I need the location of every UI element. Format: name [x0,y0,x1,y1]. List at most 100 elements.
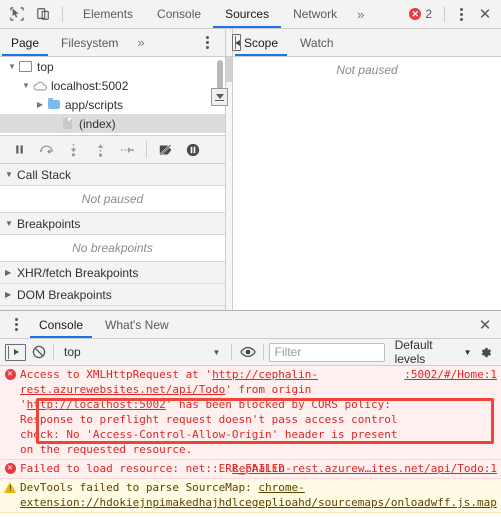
console-toolbar-divider [53,344,55,360]
document-icon [60,117,75,130]
clear-console-icon[interactable] [30,342,49,362]
chevron-down-icon: ▼ [212,347,221,357]
tab-console[interactable]: Console [145,0,213,28]
error-count-label: 2 [425,7,432,21]
console-message-list[interactable]: ✕ Access to XMLHttpRequest at 'http://ce… [0,366,501,517]
gear-icon[interactable] [476,342,496,362]
section-breakpoints-label: Breakpoints [17,216,81,231]
tree-item-top-label: top [37,59,54,74]
console-sidebar-icon[interactable] [5,343,26,361]
tree-expand-arrow[interactable]: ▼ [20,81,32,90]
section-dom-breakpoints-label: DOM Breakpoints [17,287,112,302]
tree-item-top[interactable]: ▼ top [0,57,225,76]
file-tree: ▼ top ▼ localhost:5002 ▶ app/scripts (in… [0,57,225,136]
console-error-message[interactable]: ✕ Failed to load resource: net::ERR_FAIL… [0,460,501,479]
tab-elements[interactable]: Elements [71,0,145,28]
section-xhr-fetch-breakpoints[interactable]: ▶ XHR/fetch Breakpoints [0,262,225,284]
device-toolbar-icon[interactable] [32,4,54,25]
frame-icon [18,60,33,73]
section-xhr-fetch-breakpoints-label: XHR/fetch Breakpoints [17,265,139,280]
section-arrow: ▶ [5,268,12,277]
tab-watch-label: Watch [300,35,334,50]
tab-filesystem[interactable]: Filesystem [50,29,129,56]
live-expression-icon[interactable] [237,342,257,362]
console-context-selector[interactable]: top ▼ [59,345,226,359]
right-divider [444,6,445,22]
console-warning-message[interactable]: DevTools failed to parse SourceMap: chro… [0,479,501,513]
error-circle-icon: ✕ [0,367,20,457]
toolbar-left-icons [0,0,71,28]
tree-item-app-scripts[interactable]: ▶ app/scripts [0,95,225,114]
navigator-more-icon[interactable] [197,32,217,54]
section-arrow: ▼ [5,170,13,179]
section-call-stack-label: Call Stack [17,167,72,182]
msg0-link-origin[interactable]: http://localhost:5002 [27,398,166,411]
pause-script-execution-button[interactable] [6,139,32,161]
tree-item-index[interactable]: (index) [0,114,225,133]
tree-expand-arrow[interactable]: ▶ [34,100,46,109]
drawer-more-icon[interactable] [6,314,26,336]
section-breakpoints[interactable]: ▼ Breakpoints [0,213,225,235]
section-arrow: ▼ [5,219,13,228]
tab-whats-new-label: What's New [105,317,169,332]
tab-filesystem-label: Filesystem [61,35,119,50]
tab-sources-label: Sources [225,7,270,21]
section-call-stack[interactable]: ▼ Call Stack [0,164,225,186]
debugger-toolbar-divider [146,141,147,158]
main-tabs-overflow-icon[interactable]: » [349,0,372,28]
section-arrow: ▶ [5,290,12,299]
console-warning-text: DevTools failed to parse SourceMap: chro… [20,480,501,510]
toolbar-right-zone: ✕ 2 ✕ [403,0,501,28]
log-levels-selector[interactable]: Default levels ▼ [395,338,472,366]
main-tab-bar: Elements Console Sources Network » ✕ 2 ✕ [0,0,501,29]
tree-item-app-scripts-label: app/scripts [65,97,124,112]
filter-input[interactable]: Filter [268,342,385,362]
tab-page[interactable]: Page [0,29,50,56]
folder-icon [46,98,61,111]
drawer-tab-bar: Console What's New ✕ [0,311,501,339]
console-prompt[interactable]: ❯ [0,513,501,517]
log-levels-label: Default levels [394,338,433,366]
console-error-message[interactable]: ✕ Access to XMLHttpRequest at 'http://ce… [0,366,501,460]
tab-sources[interactable]: Sources [213,0,282,28]
editor-content-area[interactable] [211,82,232,310]
error-circle-icon: ✕ [0,461,20,476]
error-count-badge[interactable]: ✕ 2 [403,7,438,21]
navigator-overflow-icon[interactable]: » [129,29,152,56]
tab-network[interactable]: Network [281,0,349,28]
tree-expand-arrow[interactable]: ▼ [6,62,18,71]
deactivate-breakpoints-button[interactable] [153,139,179,161]
close-icon[interactable]: ✕ [473,3,497,25]
error-circle-icon: ✕ [409,8,422,20]
tab-watch[interactable]: Watch [289,29,345,56]
scope-empty-message: Not paused [233,57,501,310]
tree-item-localhost[interactable]: ▼ localhost:5002 [0,76,225,95]
inspect-cursor-icon[interactable] [6,4,28,25]
console-error-source-link[interactable]: cephalin-rest.azurew…ites.net/api/Todo:1 [232,462,497,475]
tab-scope[interactable]: Scope [233,29,289,56]
tab-console-label: Console [157,7,202,21]
main-tabs-list: Elements Console Sources Network » [71,0,403,28]
breakpoints-empty-message: No breakpoints [0,235,225,262]
section-dom-breakpoints[interactable]: ▶ DOM Breakpoints [0,284,225,306]
sources-panel: Page Filesystem » ▼ top ▼ localhost:5002… [0,29,501,310]
jump-to-source-icon[interactable] [211,88,228,106]
msg0-p0: Access to XMLHttpRequest at ' [20,368,213,381]
tab-elements-label: Elements [83,7,134,21]
pause-on-exceptions-button[interactable] [180,139,206,161]
console-drawer: Console What's New ✕ top ▼ Filter Defaul… [0,310,501,517]
msg2-p0: DevTools failed to parse SourceMap: [20,481,259,494]
step-out-of-current-function-button[interactable] [87,139,113,161]
debugger-sidebar-sections: ▼ Call Stack Not paused ▼ Breakpoints No… [0,164,225,310]
tab-drawer-console[interactable]: Console [28,311,94,338]
drawer-tabbar-spacer [180,311,473,338]
kebab-menu-icon[interactable] [451,3,471,25]
step-over-next-function-call-button[interactable] [33,139,59,161]
step-button[interactable] [114,139,140,161]
tree-item-localhost-label: localhost:5002 [51,78,129,93]
step-into-next-function-call-button[interactable] [60,139,86,161]
console-error-source-link[interactable]: :5002/#/Home:1 [404,368,497,381]
drawer-close-icon[interactable]: ✕ [473,314,497,336]
tab-whats-new[interactable]: What's New [94,311,180,338]
tab-page-label: Page [11,35,40,50]
